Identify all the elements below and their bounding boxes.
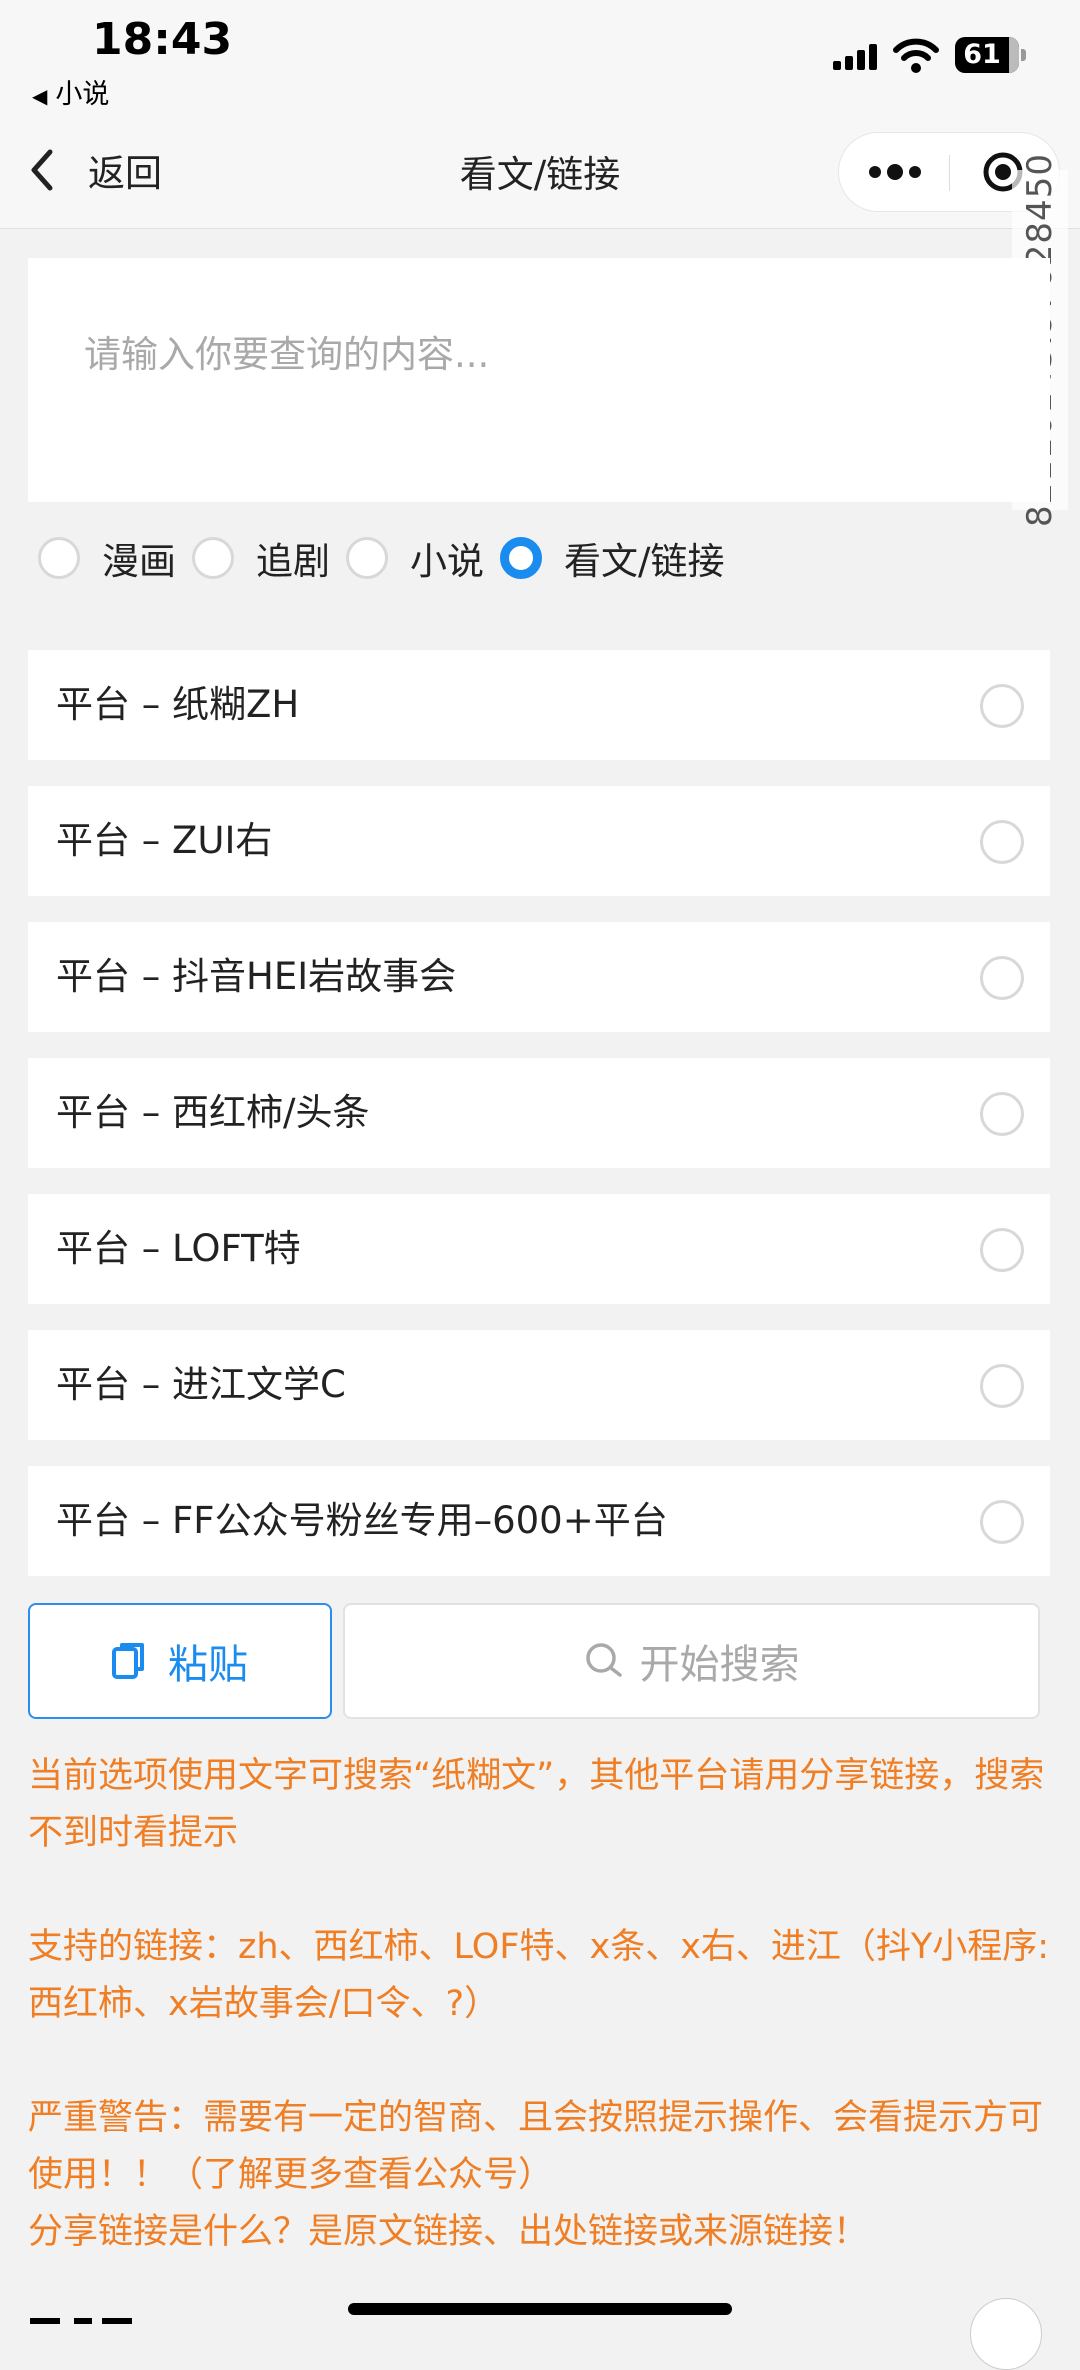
category-label: 看文/链接: [564, 540, 725, 583]
radio-circle-icon: [980, 1092, 1024, 1136]
radio-circle-icon: [980, 820, 1024, 864]
radio-circle-icon: [980, 1500, 1024, 1544]
capsule-divider: [949, 155, 950, 191]
battery-icon: 61: [955, 37, 1026, 73]
platform-list: 平台 – 纸糊ZH 平台 – ZUI右 平台 – 抖音HEI岩故事会 平台 – …: [28, 650, 1050, 1602]
note-share-link-explain: 分享链接是什么？是原文链接、出处链接或来源链接！: [28, 2212, 869, 2252]
platform-label: 平台 – 进江文学C: [56, 1363, 346, 1406]
clipboard-icon: [112, 1643, 144, 1679]
radio-circle-icon: [346, 537, 388, 579]
back-app-label: 小说: [55, 79, 110, 110]
platform-option[interactable]: 平台 – LOFT特: [28, 1194, 1050, 1304]
paste-button[interactable]: 粘贴: [28, 1603, 332, 1719]
platform-option[interactable]: 平台 – ZUI右: [28, 786, 1050, 896]
platform-option[interactable]: 平台 – 抖音HEI岩故事会: [28, 922, 1050, 1032]
note-search-tip: 当前选项使用文字可搜索“纸糊文”，其他平台请用分享链接，搜索不到时看提示: [28, 1756, 1045, 1853]
platform-label: 平台 – FF公众号粉丝专用–600+平台: [56, 1499, 668, 1542]
status-time: 18:43: [92, 14, 233, 65]
battery-level: 61: [963, 39, 1001, 70]
platform-label: 平台 – LOFT特: [56, 1227, 301, 1270]
platform-option[interactable]: 平台 – FF公众号粉丝专用–600+平台: [28, 1466, 1050, 1576]
status-bar: 18:43 ◀ 小说 61: [0, 0, 1080, 110]
category-radio-drama[interactable]: 追剧: [192, 531, 330, 585]
category-label: 漫画: [102, 540, 176, 583]
navigation-bar: 返回 看文/链接: [0, 110, 1080, 229]
category-radio-comics[interactable]: 漫画: [38, 531, 176, 585]
category-radio-group: 漫画 追剧 小说 看文/链接: [38, 528, 740, 588]
radio-circle-icon: [980, 956, 1024, 1000]
radio-circle-icon: [980, 1228, 1024, 1272]
radio-circle-icon: [192, 537, 234, 579]
search-icon: [585, 1643, 622, 1677]
radio-circle-icon: [980, 1364, 1024, 1408]
back-triangle-icon: ◀: [32, 84, 48, 108]
instructions-notes: 当前选项使用文字可搜索“纸糊文”，其他平台请用分享链接，搜索不到时看提示 支持的…: [28, 1748, 1058, 2261]
search-query-input[interactable]: 请输入你要查询的内容...: [28, 258, 1050, 502]
category-label: 小说: [410, 540, 484, 583]
platform-label: 平台 – ZUI右: [56, 819, 273, 862]
note-supported-links: 支持的链接：zh、西红柿、LOF特、x条、x右、进江（抖Y小程序:西红柿、x岩故…: [28, 1927, 1050, 2024]
platform-option[interactable]: 平台 – 进江文学C: [28, 1330, 1050, 1440]
platform-option[interactable]: 平台 – 纸糊ZH: [28, 650, 1050, 760]
category-radio-novel[interactable]: 小说: [346, 531, 484, 585]
back-to-app-link[interactable]: ◀ 小说: [32, 72, 109, 111]
paste-label: 粘贴: [168, 1642, 248, 1688]
floating-button[interactable]: [970, 2298, 1042, 2370]
wifi-icon: [893, 38, 939, 73]
more-dots-icon[interactable]: [867, 157, 923, 187]
category-radio-read-link[interactable]: 看文/链接: [500, 531, 724, 585]
platform-label: 平台 – 纸糊ZH: [56, 683, 300, 726]
start-search-label: 开始搜索: [639, 1642, 800, 1688]
radio-circle-icon: [980, 684, 1024, 728]
platform-label: 平台 – 抖音HEI岩故事会: [56, 955, 457, 998]
cut-off-content: [30, 2318, 150, 2337]
platform-option[interactable]: 平台 – 西红柿/头条: [28, 1058, 1050, 1168]
category-label: 追剧: [256, 540, 330, 583]
radio-selected-icon: [500, 537, 542, 579]
home-indicator: [348, 2303, 732, 2315]
search-query-placeholder: 请输入你要查询的内容...: [84, 333, 490, 376]
platform-label: 平台 – 西红柿/头条: [56, 1091, 370, 1134]
start-search-button[interactable]: 开始搜索: [343, 1603, 1040, 1719]
radio-circle-icon: [38, 537, 80, 579]
cellular-signal-icon: [833, 42, 879, 70]
note-warning: 严重警告：需要有一定的智商、且会按照提示操作、会看提示方可使用！！（了解更多查看…: [28, 2098, 1044, 2195]
